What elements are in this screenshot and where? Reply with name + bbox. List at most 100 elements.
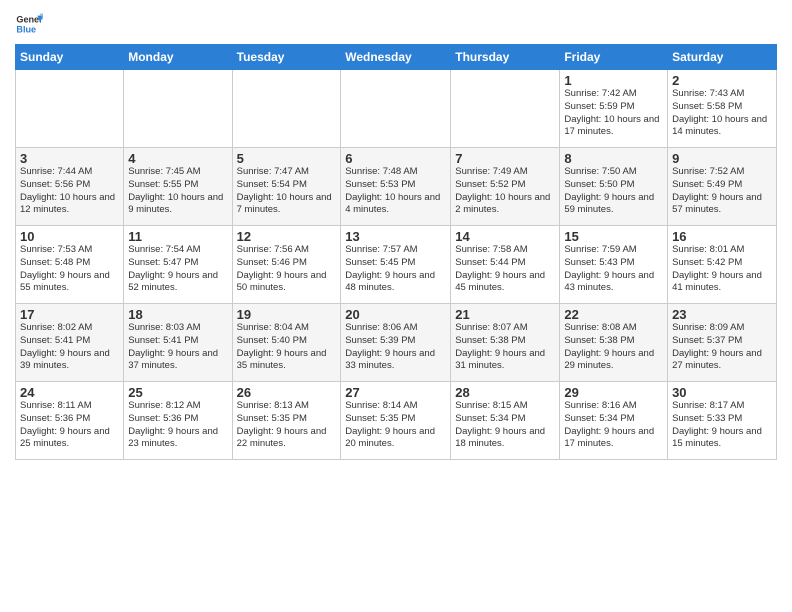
- day-info: Sunrise: 8:02 AM Sunset: 5:41 PM Dayligh…: [20, 322, 119, 373]
- calendar-cell: 13Sunrise: 7:57 AM Sunset: 5:45 PM Dayli…: [341, 226, 451, 304]
- calendar-week-4: 24Sunrise: 8:11 AM Sunset: 5:36 PM Dayli…: [16, 382, 777, 460]
- day-info: Sunrise: 8:03 AM Sunset: 5:41 PM Dayligh…: [128, 322, 227, 373]
- calendar-header-friday: Friday: [560, 45, 668, 70]
- calendar-header-sunday: Sunday: [16, 45, 124, 70]
- calendar-header-monday: Monday: [124, 45, 232, 70]
- day-number: 18: [128, 307, 227, 322]
- calendar-cell: 16Sunrise: 8:01 AM Sunset: 5:42 PM Dayli…: [668, 226, 777, 304]
- day-info: Sunrise: 7:58 AM Sunset: 5:44 PM Dayligh…: [455, 244, 555, 295]
- logo: General Blue: [15, 10, 43, 38]
- calendar-cell: [16, 70, 124, 148]
- day-info: Sunrise: 7:56 AM Sunset: 5:46 PM Dayligh…: [237, 244, 337, 295]
- day-number: 8: [564, 151, 663, 166]
- day-info: Sunrise: 7:43 AM Sunset: 5:58 PM Dayligh…: [672, 88, 772, 139]
- day-info: Sunrise: 7:50 AM Sunset: 5:50 PM Dayligh…: [564, 166, 663, 217]
- calendar-cell: 11Sunrise: 7:54 AM Sunset: 5:47 PM Dayli…: [124, 226, 232, 304]
- day-info: Sunrise: 8:14 AM Sunset: 5:35 PM Dayligh…: [345, 400, 446, 451]
- calendar-cell: 1Sunrise: 7:42 AM Sunset: 5:59 PM Daylig…: [560, 70, 668, 148]
- day-info: Sunrise: 7:42 AM Sunset: 5:59 PM Dayligh…: [564, 88, 663, 139]
- calendar-cell: 3Sunrise: 7:44 AM Sunset: 5:56 PM Daylig…: [16, 148, 124, 226]
- day-number: 15: [564, 229, 663, 244]
- calendar-cell: 5Sunrise: 7:47 AM Sunset: 5:54 PM Daylig…: [232, 148, 341, 226]
- day-info: Sunrise: 7:47 AM Sunset: 5:54 PM Dayligh…: [237, 166, 337, 217]
- calendar-header-wednesday: Wednesday: [341, 45, 451, 70]
- day-info: Sunrise: 7:53 AM Sunset: 5:48 PM Dayligh…: [20, 244, 119, 295]
- calendar-cell: 18Sunrise: 8:03 AM Sunset: 5:41 PM Dayli…: [124, 304, 232, 382]
- day-number: 7: [455, 151, 555, 166]
- day-number: 9: [672, 151, 772, 166]
- calendar-table: SundayMondayTuesdayWednesdayThursdayFrid…: [15, 44, 777, 460]
- day-info: Sunrise: 7:44 AM Sunset: 5:56 PM Dayligh…: [20, 166, 119, 217]
- day-number: 28: [455, 385, 555, 400]
- calendar-cell: 4Sunrise: 7:45 AM Sunset: 5:55 PM Daylig…: [124, 148, 232, 226]
- calendar-cell: 14Sunrise: 7:58 AM Sunset: 5:44 PM Dayli…: [451, 226, 560, 304]
- day-info: Sunrise: 8:06 AM Sunset: 5:39 PM Dayligh…: [345, 322, 446, 373]
- calendar-cell: [451, 70, 560, 148]
- day-info: Sunrise: 8:11 AM Sunset: 5:36 PM Dayligh…: [20, 400, 119, 451]
- day-number: 27: [345, 385, 446, 400]
- day-info: Sunrise: 7:52 AM Sunset: 5:49 PM Dayligh…: [672, 166, 772, 217]
- calendar-cell: 2Sunrise: 7:43 AM Sunset: 5:58 PM Daylig…: [668, 70, 777, 148]
- day-number: 11: [128, 229, 227, 244]
- day-number: 29: [564, 385, 663, 400]
- calendar-header-row: SundayMondayTuesdayWednesdayThursdayFrid…: [16, 45, 777, 70]
- calendar-cell: 22Sunrise: 8:08 AM Sunset: 5:38 PM Dayli…: [560, 304, 668, 382]
- calendar-cell: 6Sunrise: 7:48 AM Sunset: 5:53 PM Daylig…: [341, 148, 451, 226]
- header: General Blue: [15, 10, 777, 38]
- day-number: 26: [237, 385, 337, 400]
- calendar-week-1: 3Sunrise: 7:44 AM Sunset: 5:56 PM Daylig…: [16, 148, 777, 226]
- page-container: General Blue SundayMondayTuesdayWednesda…: [0, 0, 792, 465]
- day-number: 5: [237, 151, 337, 166]
- calendar-cell: 15Sunrise: 7:59 AM Sunset: 5:43 PM Dayli…: [560, 226, 668, 304]
- calendar-cell: [232, 70, 341, 148]
- calendar-cell: 19Sunrise: 8:04 AM Sunset: 5:40 PM Dayli…: [232, 304, 341, 382]
- calendar-cell: 26Sunrise: 8:13 AM Sunset: 5:35 PM Dayli…: [232, 382, 341, 460]
- calendar-body: 1Sunrise: 7:42 AM Sunset: 5:59 PM Daylig…: [16, 70, 777, 460]
- logo-icon: General Blue: [15, 10, 43, 38]
- day-info: Sunrise: 8:13 AM Sunset: 5:35 PM Dayligh…: [237, 400, 337, 451]
- day-number: 24: [20, 385, 119, 400]
- day-number: 30: [672, 385, 772, 400]
- day-info: Sunrise: 8:07 AM Sunset: 5:38 PM Dayligh…: [455, 322, 555, 373]
- calendar-cell: 9Sunrise: 7:52 AM Sunset: 5:49 PM Daylig…: [668, 148, 777, 226]
- day-number: 23: [672, 307, 772, 322]
- day-number: 19: [237, 307, 337, 322]
- day-number: 21: [455, 307, 555, 322]
- day-info: Sunrise: 7:48 AM Sunset: 5:53 PM Dayligh…: [345, 166, 446, 217]
- calendar-week-3: 17Sunrise: 8:02 AM Sunset: 5:41 PM Dayli…: [16, 304, 777, 382]
- calendar-cell: 10Sunrise: 7:53 AM Sunset: 5:48 PM Dayli…: [16, 226, 124, 304]
- day-info: Sunrise: 7:45 AM Sunset: 5:55 PM Dayligh…: [128, 166, 227, 217]
- day-info: Sunrise: 7:59 AM Sunset: 5:43 PM Dayligh…: [564, 244, 663, 295]
- day-number: 22: [564, 307, 663, 322]
- calendar-cell: [341, 70, 451, 148]
- day-info: Sunrise: 8:04 AM Sunset: 5:40 PM Dayligh…: [237, 322, 337, 373]
- day-number: 1: [564, 73, 663, 88]
- day-info: Sunrise: 7:57 AM Sunset: 5:45 PM Dayligh…: [345, 244, 446, 295]
- calendar-cell: 7Sunrise: 7:49 AM Sunset: 5:52 PM Daylig…: [451, 148, 560, 226]
- day-info: Sunrise: 8:09 AM Sunset: 5:37 PM Dayligh…: [672, 322, 772, 373]
- day-info: Sunrise: 8:15 AM Sunset: 5:34 PM Dayligh…: [455, 400, 555, 451]
- day-number: 4: [128, 151, 227, 166]
- svg-text:Blue: Blue: [16, 24, 36, 34]
- day-number: 16: [672, 229, 772, 244]
- calendar-header-saturday: Saturday: [668, 45, 777, 70]
- calendar-cell: 8Sunrise: 7:50 AM Sunset: 5:50 PM Daylig…: [560, 148, 668, 226]
- calendar-cell: 20Sunrise: 8:06 AM Sunset: 5:39 PM Dayli…: [341, 304, 451, 382]
- day-number: 10: [20, 229, 119, 244]
- calendar-cell: 27Sunrise: 8:14 AM Sunset: 5:35 PM Dayli…: [341, 382, 451, 460]
- day-number: 12: [237, 229, 337, 244]
- day-number: 13: [345, 229, 446, 244]
- day-info: Sunrise: 8:12 AM Sunset: 5:36 PM Dayligh…: [128, 400, 227, 451]
- calendar-cell: 17Sunrise: 8:02 AM Sunset: 5:41 PM Dayli…: [16, 304, 124, 382]
- day-number: 3: [20, 151, 119, 166]
- day-number: 20: [345, 307, 446, 322]
- day-number: 14: [455, 229, 555, 244]
- calendar-cell: 29Sunrise: 8:16 AM Sunset: 5:34 PM Dayli…: [560, 382, 668, 460]
- calendar-cell: 25Sunrise: 8:12 AM Sunset: 5:36 PM Dayli…: [124, 382, 232, 460]
- calendar-header-tuesday: Tuesday: [232, 45, 341, 70]
- day-info: Sunrise: 7:49 AM Sunset: 5:52 PM Dayligh…: [455, 166, 555, 217]
- calendar-cell: 21Sunrise: 8:07 AM Sunset: 5:38 PM Dayli…: [451, 304, 560, 382]
- calendar-cell: 24Sunrise: 8:11 AM Sunset: 5:36 PM Dayli…: [16, 382, 124, 460]
- calendar-cell: 28Sunrise: 8:15 AM Sunset: 5:34 PM Dayli…: [451, 382, 560, 460]
- day-info: Sunrise: 8:08 AM Sunset: 5:38 PM Dayligh…: [564, 322, 663, 373]
